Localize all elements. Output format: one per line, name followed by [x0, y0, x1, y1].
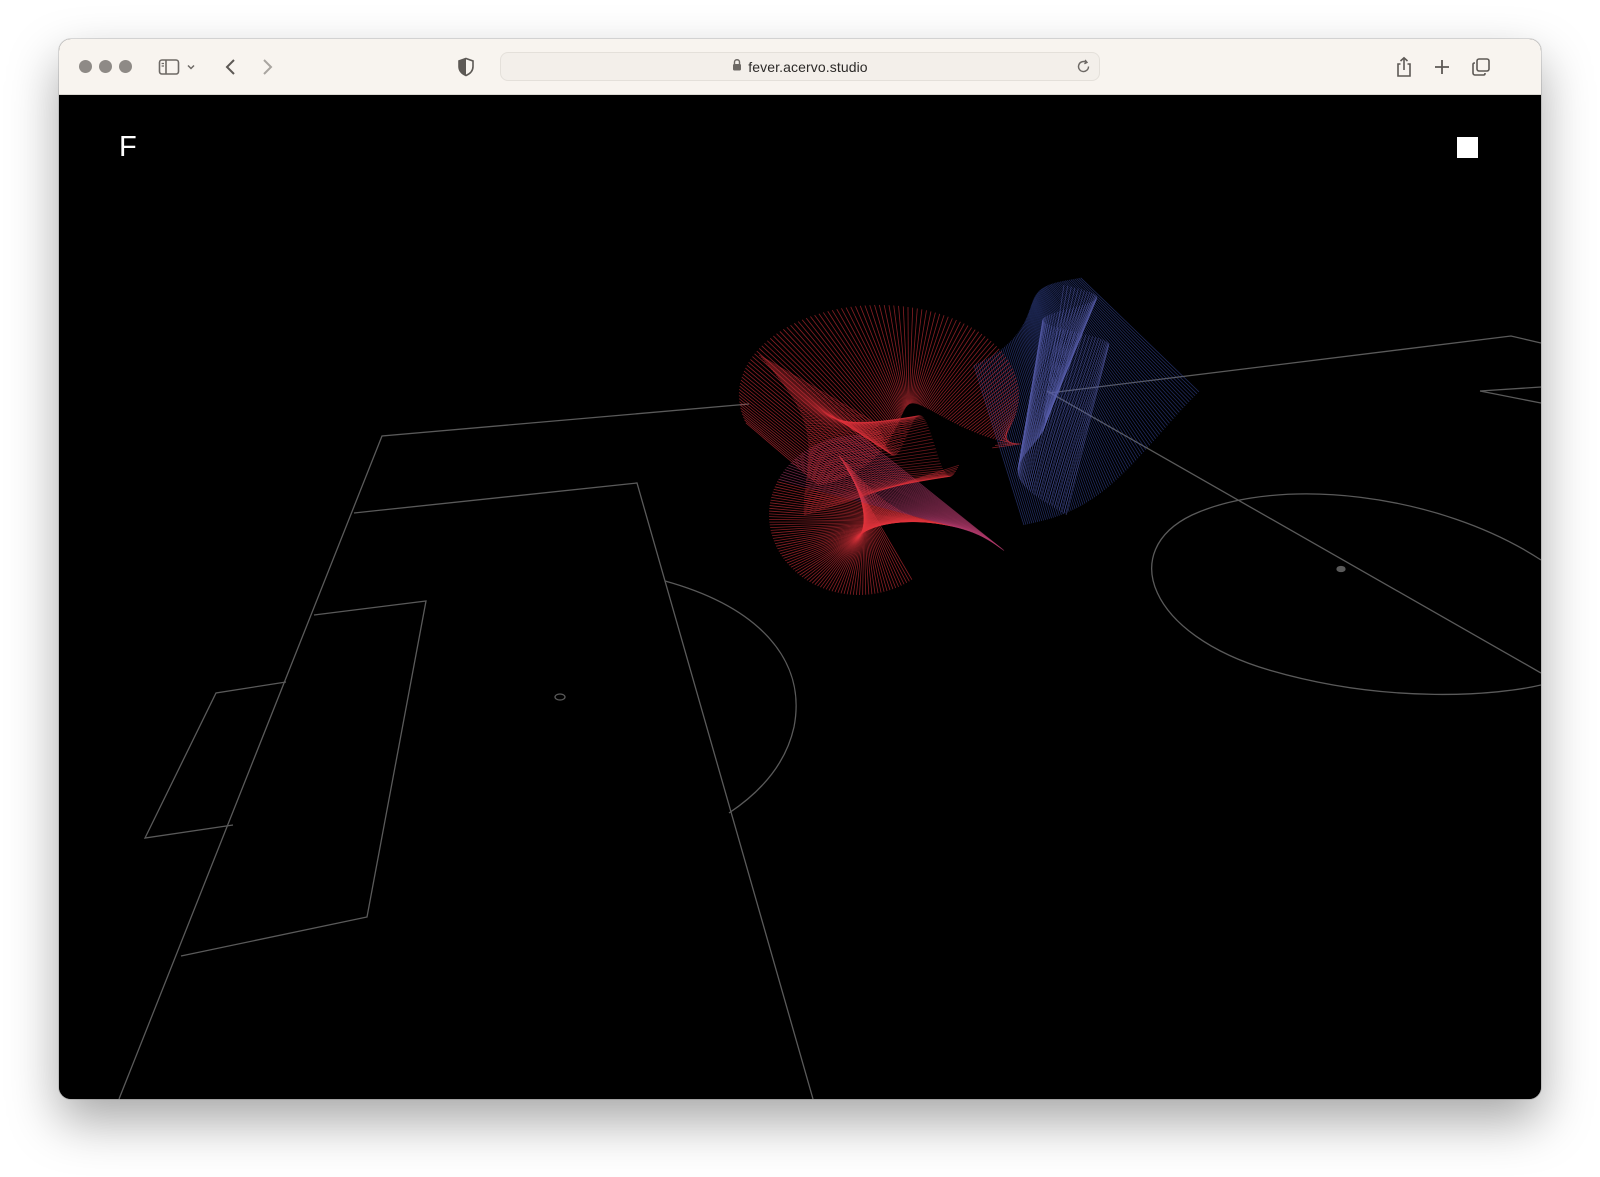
address-bar[interactable]: fever.acervo.studio [500, 52, 1100, 81]
goal-frame [143, 681, 287, 839]
center-spot [1336, 565, 1346, 573]
page-canvas[interactable]: F [59, 95, 1541, 1099]
share-icon[interactable] [1390, 53, 1418, 81]
browser-window: fever.acervo.studio F [59, 39, 1541, 1099]
site-logo[interactable]: F [119, 131, 137, 164]
penalty-area [353, 482, 814, 1099]
goal-area [180, 600, 427, 957]
center-line [1046, 390, 1541, 674]
shield-icon[interactable] [452, 53, 480, 81]
square-icon[interactable] [1457, 137, 1478, 158]
chevron-right-icon[interactable] [253, 53, 281, 81]
tabs-overview-icon[interactable] [1467, 53, 1495, 81]
chevron-left-icon[interactable] [217, 53, 245, 81]
browser-toolbar: fever.acervo.studio [59, 39, 1541, 95]
zoom-window-button[interactable] [119, 60, 132, 73]
football-pitch [118, 277, 1541, 1099]
halfway-line [1048, 335, 1541, 394]
close-window-button[interactable] [79, 60, 92, 73]
far-goal-line [1479, 386, 1541, 392]
penalty-arc [664, 580, 797, 814]
lock-icon [732, 58, 742, 76]
reload-icon[interactable] [1076, 59, 1091, 79]
plus-icon[interactable] [1428, 53, 1456, 81]
url-text: fever.acervo.studio [748, 58, 868, 75]
sidebar-icon[interactable] [155, 53, 183, 81]
minimize-window-button[interactable] [99, 60, 112, 73]
center-circle [1151, 493, 1541, 696]
chevron-down-icon[interactable] [183, 53, 199, 81]
ribbon-visualization [738, 277, 1200, 596]
penalty-spot [554, 693, 566, 701]
pitch-outline [118, 403, 750, 1099]
